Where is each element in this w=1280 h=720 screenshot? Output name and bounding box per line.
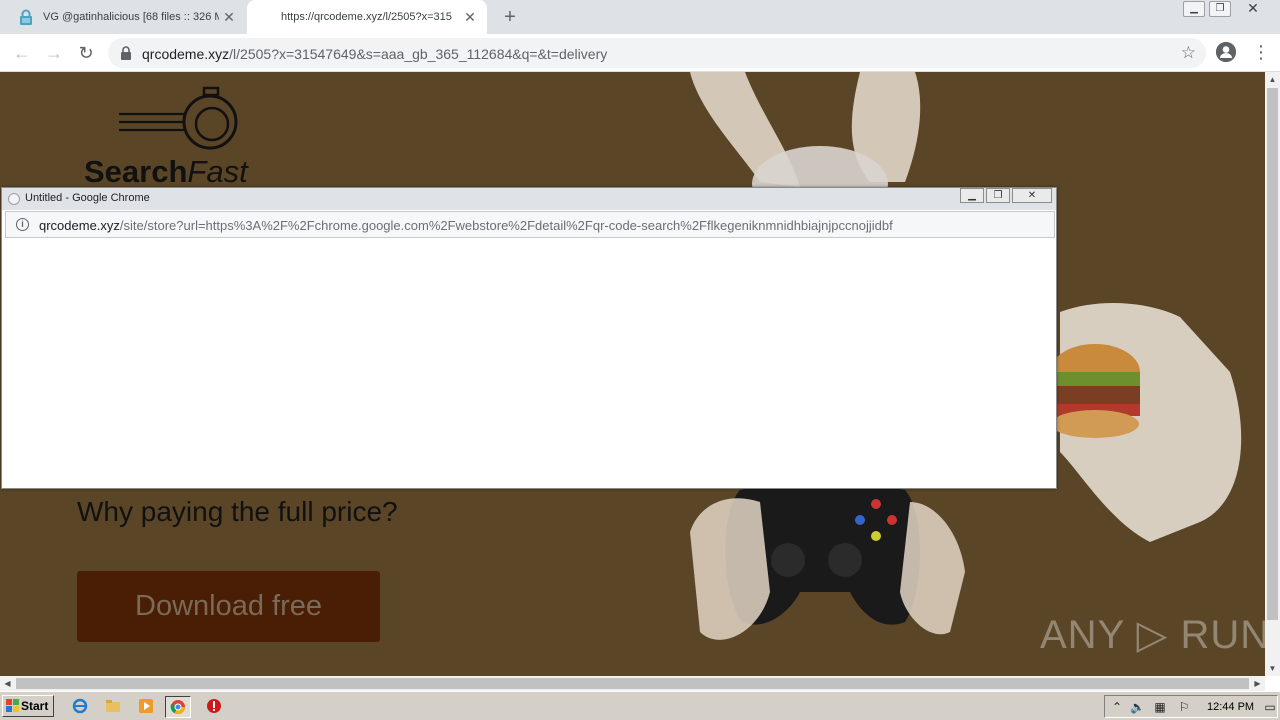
address-url: qrcodeme.xyz/l/2505?x=31547649&s=aaa_gb_…: [142, 46, 607, 62]
taskbar: Start ⌃ 🔈 ▦ ⚐ 12:44 PM ▭: [0, 691, 1280, 720]
stop-sign-icon[interactable]: [206, 698, 222, 714]
page-loading-icon: [8, 193, 20, 205]
lock-favicon-icon: [18, 9, 34, 25]
url-path: /site/store?url=https%3A%2F%2Fchrome.goo…: [119, 218, 893, 233]
tab-strip: VG @gatinhalicious [68 files :: 326 MB] …: [0, 0, 1280, 34]
horizontal-scrollbar[interactable]: ◀ ▶: [0, 676, 1265, 691]
forward-arrow-icon[interactable]: →: [43, 42, 65, 64]
logo-bold: Search: [84, 154, 188, 189]
minimize-window-button[interactable]: ▁: [1183, 1, 1205, 17]
media-player-icon[interactable]: [138, 698, 154, 714]
bookmark-star-icon[interactable]: ☆: [1181, 43, 1196, 63]
tab-gatinhalicious[interactable]: VG @gatinhalicious [68 files :: 326 MB] …: [0, 0, 246, 34]
popup-minimize-button[interactable]: ▁: [960, 188, 984, 203]
popup-window[interactable]: Untitled - Google Chrome ▁ ❐ ✕ i qrcodem…: [1, 187, 1057, 489]
info-icon[interactable]: i: [16, 218, 29, 231]
clock[interactable]: 12:44 PM: [1207, 701, 1254, 713]
chrome-icon: [170, 700, 185, 714]
page-headline: Why paying the full price?: [77, 496, 398, 527]
popup-titlebar[interactable]: Untitled - Google Chrome ▁ ❐ ✕: [2, 188, 1056, 210]
reload-icon[interactable]: ↻: [75, 42, 97, 64]
url-host: qrcodeme.xyz: [39, 218, 120, 233]
address-bar[interactable]: qrcodeme.xyz/l/2505?x=31547649&s=aaa_gb_…: [108, 38, 1206, 68]
scroll-left-icon[interactable]: ◀: [0, 676, 15, 691]
popup-url: qrcodeme.xyz/site/store?url=https%3A%2F%…: [39, 218, 893, 233]
scroll-right-icon[interactable]: ▶: [1250, 676, 1265, 691]
popup-close-button[interactable]: ✕: [1012, 188, 1052, 203]
show-hidden-icons-icon[interactable]: ⌃: [1110, 700, 1124, 714]
tab-title: VG @gatinhalicious [68 files :: 326 MB]: [43, 11, 219, 23]
stopwatch-logo-icon: [119, 86, 238, 150]
searchfast-logo[interactable]: SearchFast: [84, 86, 248, 189]
tab-qrcodeme[interactable]: https://qrcodeme.xyz/l/2505?x=315 ✕: [247, 0, 487, 34]
chrome-taskbar-button[interactable]: [165, 696, 191, 718]
close-window-button[interactable]: ✕: [1235, 1, 1271, 17]
new-tab-icon[interactable]: +: [500, 7, 520, 27]
system-tray: ⌃ 🔈 ▦ ⚐ 12:44 PM ▭: [1104, 695, 1278, 718]
profile-avatar-icon[interactable]: [1216, 42, 1236, 62]
scroll-thumb[interactable]: [16, 678, 1249, 689]
scroll-down-icon[interactable]: ▼: [1265, 661, 1280, 676]
popup-restore-button[interactable]: ❐: [986, 188, 1010, 203]
vertical-scrollbar[interactable]: ▲ ▼: [1265, 72, 1280, 676]
network-icon[interactable]: ▦: [1153, 700, 1167, 714]
start-label: Start: [21, 699, 49, 713]
logo-wordmark: SearchFast: [84, 154, 248, 190]
close-icon[interactable]: ✕: [222, 10, 236, 24]
file-explorer-icon[interactable]: [105, 698, 121, 714]
download-free-button[interactable]: Download free: [77, 571, 380, 642]
restore-window-button[interactable]: ❐: [1209, 1, 1231, 17]
action-center-flag-icon[interactable]: ⚐: [1177, 700, 1191, 714]
tab-title: https://qrcodeme.xyz/l/2505?x=315: [281, 11, 452, 23]
windows-logo-icon: [6, 699, 19, 712]
anyrun-watermark: ANY ▷ RUN: [1040, 613, 1265, 657]
back-arrow-icon[interactable]: ←: [11, 42, 33, 64]
logo-italic: Fast: [187, 154, 248, 189]
popup-title: Untitled - Google Chrome: [25, 192, 150, 204]
url-host: qrcodeme.xyz: [142, 46, 230, 62]
lock-icon[interactable]: [120, 46, 134, 60]
internet-explorer-icon[interactable]: [72, 698, 88, 714]
popup-address-bar[interactable]: i qrcodeme.xyz/site/store?url=https%3A%2…: [5, 211, 1055, 238]
browser-toolbar: ← → ↻ qrcodeme.xyz/l/2505?x=31547649&s=a…: [0, 34, 1280, 72]
scroll-up-icon[interactable]: ▲: [1265, 72, 1280, 87]
show-desktop-icon[interactable]: ▭: [1263, 700, 1277, 714]
start-button[interactable]: Start: [2, 695, 54, 717]
kebab-menu-icon[interactable]: ⋮: [1252, 42, 1270, 62]
close-icon[interactable]: ✕: [463, 10, 477, 24]
scroll-thumb[interactable]: [1267, 88, 1278, 620]
volume-icon[interactable]: 🔈: [1130, 700, 1145, 714]
url-path: /l/2505?x=31547649&s=aaa_gb_365_112684&q…: [229, 46, 608, 62]
popup-content: [5, 239, 1055, 487]
